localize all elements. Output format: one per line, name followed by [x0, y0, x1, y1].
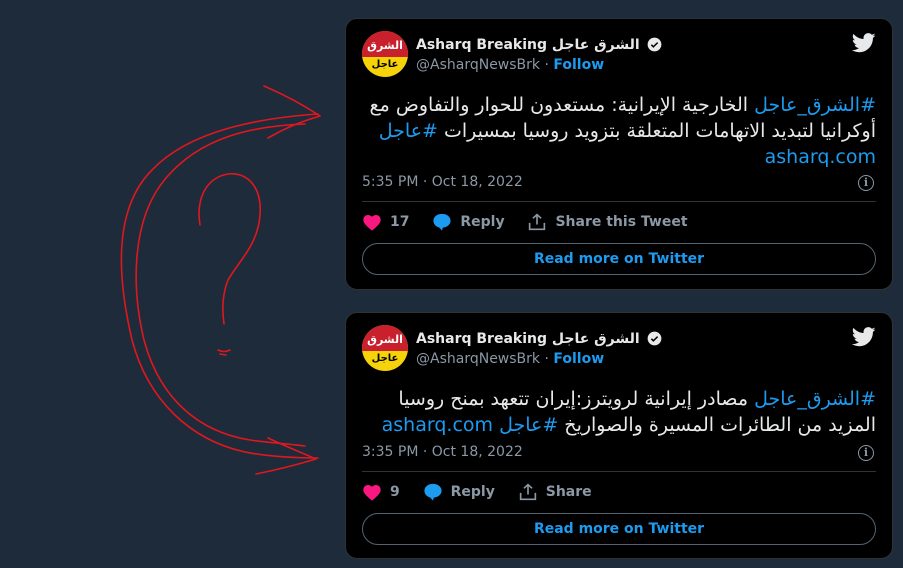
tweet-card-2: الشرق عاجل Asharq Breaking الشرق عاجل @A…: [345, 312, 893, 559]
divider: [362, 201, 876, 202]
info-icon[interactable]: i: [858, 175, 874, 191]
verified-badge-icon: [647, 331, 662, 346]
question-mark-stroke: [198, 173, 261, 325]
follow-link[interactable]: Follow: [553, 351, 604, 367]
follow-link[interactable]: Follow: [553, 57, 604, 73]
divider: [362, 471, 876, 472]
bottom-arrowhead: [255, 437, 317, 475]
info-icon[interactable]: i: [858, 445, 874, 461]
avatar-bottom-text: عاجل: [371, 59, 399, 70]
reply-bubble-icon: [433, 213, 451, 231]
avatar-top-text: الشرق: [362, 31, 408, 57]
avatar-top-text: الشرق: [362, 325, 408, 351]
reply-button[interactable]: Reply: [423, 483, 495, 501]
separator: ·: [544, 57, 549, 73]
heart-icon: [363, 485, 381, 501]
timestamp[interactable]: 5:35 PM · Oct 18, 2022: [362, 174, 523, 190]
arc-inner-stroke: [135, 123, 306, 447]
reply-label: Reply: [460, 214, 505, 230]
tweet-text: #الشرق_عاجل الخارجية الإيرانية: مستعدون …: [362, 92, 876, 170]
reply-bubble-icon: [424, 483, 442, 501]
hashtag[interactable]: #الشرق_عاجل: [754, 388, 876, 410]
avatar[interactable]: الشرق عاجل: [362, 325, 408, 371]
link[interactable]: asharq.com: [765, 146, 876, 168]
tweet-header: الشرق عاجل Asharq Breaking الشرق عاجل @A…: [362, 325, 878, 373]
handle[interactable]: @AsharqNewsBrk: [416, 351, 540, 367]
share-button[interactable]: Share this Tweet: [527, 213, 688, 231]
read-more-button[interactable]: Read more on Twitter: [362, 513, 876, 545]
link[interactable]: asharq.com: [382, 414, 493, 436]
display-name[interactable]: Asharq Breaking الشرق عاجل: [416, 331, 640, 347]
arc-outer-stroke: [120, 113, 319, 459]
timestamp[interactable]: 3:35 PM · Oct 18, 2022: [362, 444, 523, 460]
share-icon: [519, 483, 536, 501]
like-count: 9: [390, 484, 400, 500]
tweet-actions: 17 Reply Share this Tweet: [362, 213, 706, 231]
hashtag-2[interactable]: #عاجل: [499, 414, 558, 436]
like-button[interactable]: 9: [362, 483, 400, 501]
reply-button[interactable]: Reply: [432, 213, 505, 231]
handle[interactable]: @AsharqNewsBrk: [416, 57, 540, 73]
tweet-actions: 9 Reply Share: [362, 483, 610, 501]
twitter-bird-icon[interactable]: [852, 327, 876, 347]
question-mark-dot: [217, 349, 231, 356]
share-icon: [529, 213, 546, 231]
display-name[interactable]: Asharq Breaking الشرق عاجل: [416, 37, 640, 53]
hashtag[interactable]: #الشرق_عاجل: [754, 94, 876, 116]
avatar[interactable]: الشرق عاجل: [362, 31, 408, 77]
top-arrowhead: [263, 85, 321, 139]
share-label: Share this Tweet: [555, 214, 688, 230]
like-button[interactable]: 17: [362, 213, 409, 231]
share-button[interactable]: Share: [518, 483, 592, 501]
tweet-header: الشرق عاجل Asharq Breaking الشرق عاجل @A…: [362, 31, 878, 79]
twitter-bird-icon[interactable]: [852, 33, 876, 53]
tweet-text: #الشرق_عاجل مصادر إيرانية لرويترز:إيران …: [362, 386, 876, 438]
hashtag-2[interactable]: #عاجل: [379, 120, 438, 142]
heart-icon: [363, 215, 381, 231]
reply-label: Reply: [450, 484, 495, 500]
avatar-bottom-text: عاجل: [371, 353, 399, 364]
separator: ·: [544, 351, 549, 367]
tweet-card-1: الشرق عاجل Asharq Breaking الشرق عاجل @A…: [345, 18, 893, 290]
share-label: Share: [545, 484, 592, 500]
verified-badge-icon: [647, 37, 662, 52]
like-count: 17: [390, 214, 410, 230]
read-more-button[interactable]: Read more on Twitter: [362, 243, 876, 275]
